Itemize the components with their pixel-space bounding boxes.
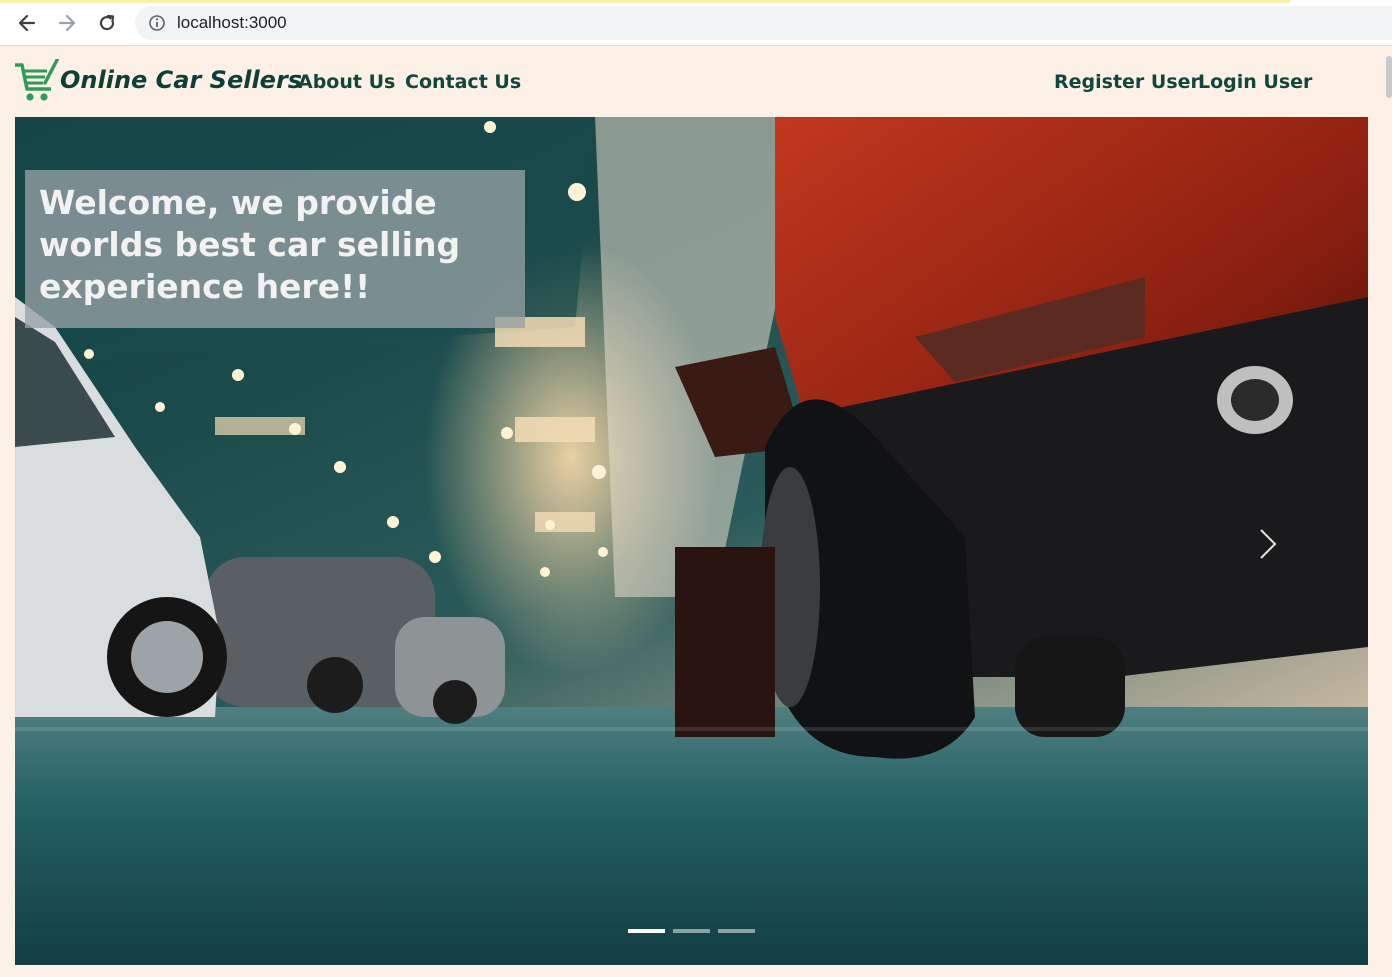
nav-login-user[interactable]: Login User [1198, 71, 1312, 93]
forward-button[interactable] [53, 9, 81, 37]
chevron-right-icon[interactable] [1251, 522, 1283, 566]
reload-button[interactable] [93, 9, 121, 37]
info-icon[interactable] [148, 14, 166, 32]
shopping-cart-icon[interactable] [13, 59, 59, 105]
nav-about-us[interactable]: About Us [298, 71, 395, 93]
back-button[interactable] [13, 9, 41, 37]
nav-register-user[interactable]: Register User [1054, 71, 1200, 93]
page-load-indicator [0, 0, 1290, 3]
page-scrollbar[interactable] [1386, 56, 1392, 976]
scrollbar-thumb[interactable] [1386, 56, 1392, 98]
carousel-indicator-1[interactable] [628, 929, 665, 933]
site-navbar: Online Car Sellers About Us Contact Us R… [0, 47, 1392, 117]
arrow-right-icon [58, 14, 76, 32]
url-text[interactable]: localhost:3000 [177, 13, 287, 33]
brand-name[interactable]: Online Car Sellers [60, 66, 302, 94]
hero-carousel: Welcome, we provide worlds best car sell… [15, 117, 1368, 965]
nav-contact-us[interactable]: Contact Us [405, 71, 521, 93]
arrow-left-icon [18, 14, 36, 32]
reload-icon [99, 14, 115, 31]
browser-toolbar: localhost:3000 [0, 0, 1392, 46]
carousel-indicator-2[interactable] [673, 929, 710, 933]
welcome-caption-text: Welcome, we provide worlds best car sell… [39, 183, 461, 306]
carousel-indicator-3[interactable] [718, 929, 755, 933]
address-bar[interactable]: localhost:3000 [135, 6, 1392, 40]
carousel-caption: Welcome, we provide worlds best car sell… [25, 170, 525, 328]
